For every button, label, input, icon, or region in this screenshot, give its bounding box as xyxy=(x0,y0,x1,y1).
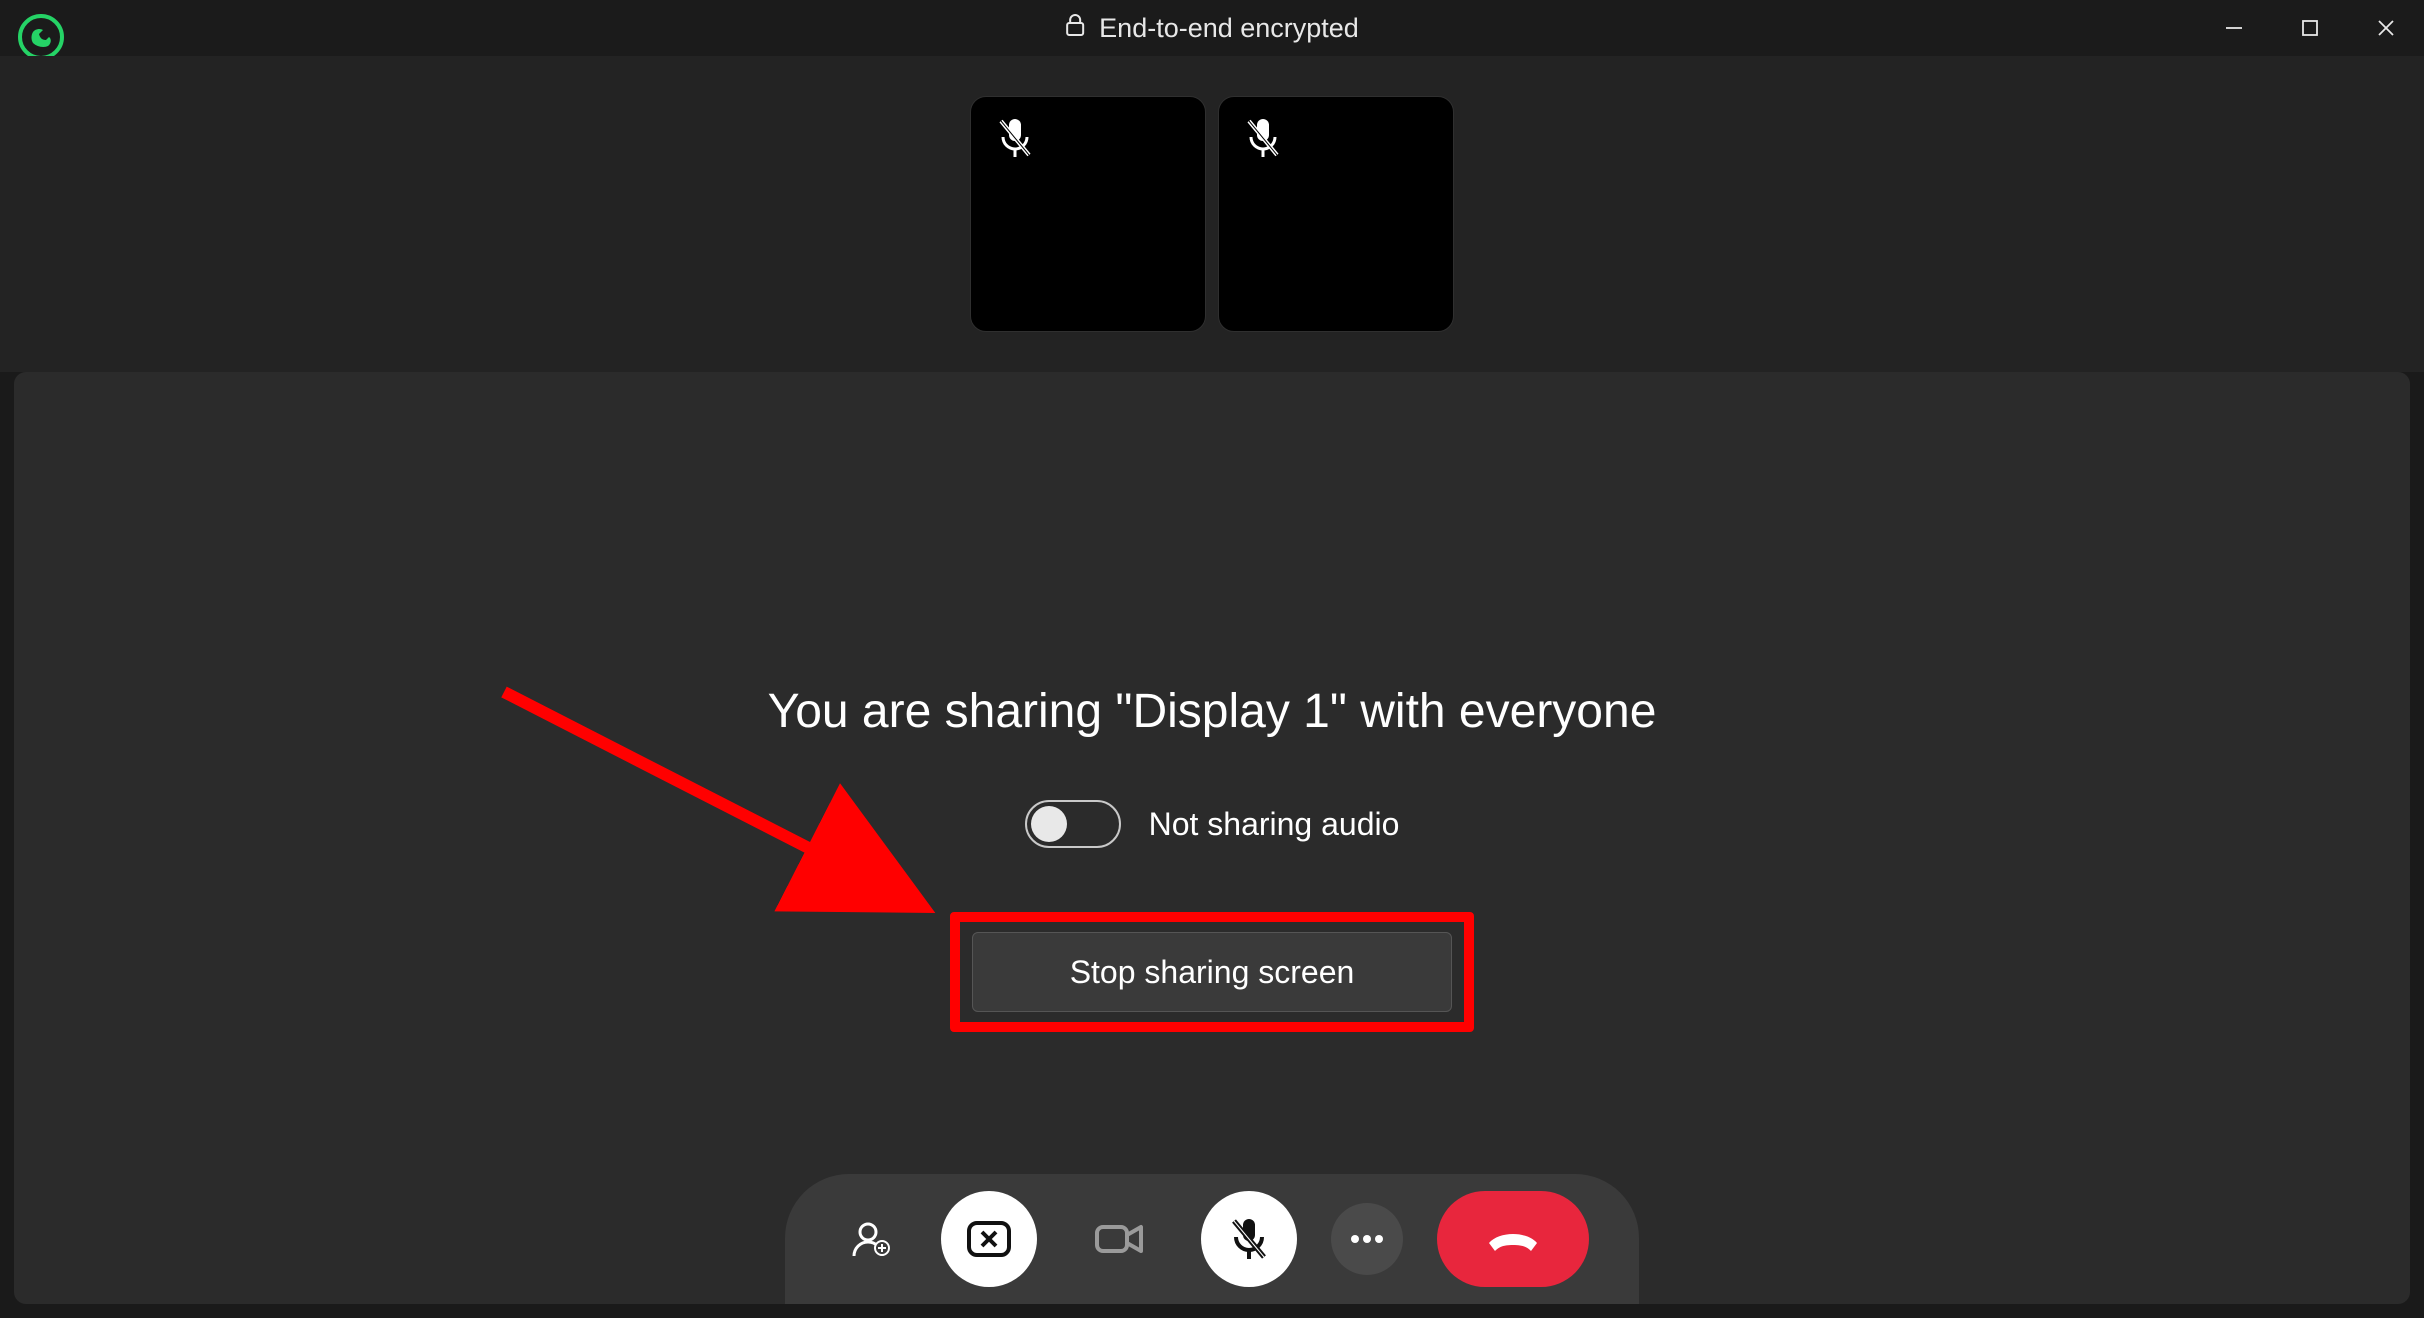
add-participant-button[interactable] xyxy=(835,1203,907,1275)
stop-sharing-label: Stop sharing screen xyxy=(1070,954,1355,991)
close-button[interactable] xyxy=(2348,0,2424,56)
window-controls xyxy=(2196,0,2424,56)
audio-share-row: Not sharing audio xyxy=(14,800,2410,848)
titlebar: End-to-end encrypted xyxy=(0,0,2424,56)
toggle-knob xyxy=(1031,806,1067,842)
sharing-message: You are sharing "Display 1" with everyon… xyxy=(14,684,2410,739)
stop-sharing-button[interactable]: Stop sharing screen xyxy=(972,932,1452,1012)
video-toggle-button[interactable] xyxy=(1071,1191,1167,1287)
microphone-muted-icon xyxy=(1243,115,1283,166)
lock-icon xyxy=(1065,13,1085,44)
stop-sharing-wrap: Stop sharing screen xyxy=(14,912,2410,1032)
participant-tile[interactable] xyxy=(1218,96,1454,332)
stop-share-control-button[interactable] xyxy=(941,1191,1037,1287)
participant-tile[interactable] xyxy=(970,96,1206,332)
encryption-status: End-to-end encrypted xyxy=(1065,13,1359,44)
whatsapp-call-window: End-to-end encrypted xyxy=(0,0,2424,1318)
audio-share-label: Not sharing audio xyxy=(1149,806,1400,843)
more-options-button[interactable] xyxy=(1331,1203,1403,1275)
microphone-toggle-button[interactable] xyxy=(1201,1191,1297,1287)
minimize-button[interactable] xyxy=(2196,0,2272,56)
share-audio-toggle[interactable] xyxy=(1025,800,1121,848)
call-controls xyxy=(785,1174,1639,1304)
microphone-muted-icon xyxy=(995,115,1035,166)
annotation-highlight-box: Stop sharing screen xyxy=(950,912,1474,1032)
screen-share-panel: You are sharing "Display 1" with everyon… xyxy=(14,372,2410,1304)
encryption-label: End-to-end encrypted xyxy=(1099,13,1359,44)
participant-strip xyxy=(0,56,2424,372)
maximize-button[interactable] xyxy=(2272,0,2348,56)
end-call-button[interactable] xyxy=(1437,1191,1589,1287)
